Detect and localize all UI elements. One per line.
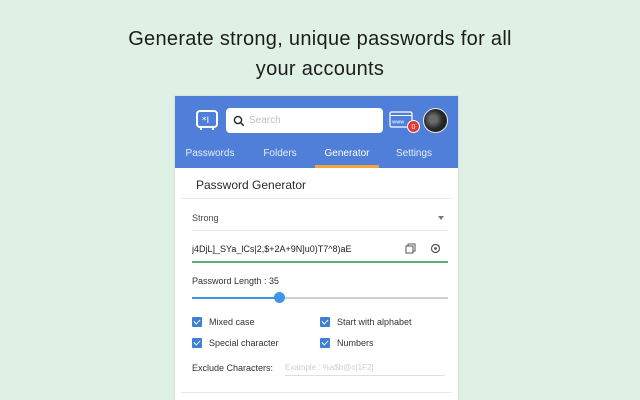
option-mixed-case[interactable]: Mixed case bbox=[192, 317, 255, 327]
slider-thumb[interactable] bbox=[274, 292, 286, 303]
vault-logo-icon[interactable]: *I bbox=[195, 108, 219, 132]
option-special-character[interactable]: Special character bbox=[192, 338, 279, 348]
checkbox-checked-icon[interactable] bbox=[320, 338, 330, 348]
avatar[interactable] bbox=[423, 108, 448, 133]
exclude-characters-input[interactable] bbox=[285, 360, 445, 376]
option-label: Numbers bbox=[337, 338, 374, 348]
search-input[interactable] bbox=[249, 115, 369, 126]
option-numbers[interactable]: Numbers bbox=[320, 338, 374, 348]
option-start-alphabet[interactable]: Start with alphabet bbox=[320, 317, 412, 327]
option-label: Special character bbox=[209, 338, 279, 348]
slider-fill bbox=[192, 297, 280, 299]
checkbox-checked-icon[interactable] bbox=[192, 317, 202, 327]
headline-line-2: your accounts bbox=[255, 58, 385, 80]
search-box[interactable] bbox=[226, 108, 383, 133]
exclude-label: Exclude Characters: bbox=[192, 363, 274, 373]
length-label: Password Length : 35 bbox=[192, 276, 280, 286]
search-icon bbox=[233, 115, 245, 126]
strength-select[interactable]: Strong bbox=[192, 209, 446, 227]
headline-line-1: Generate strong, unique passwords for al… bbox=[128, 28, 512, 50]
svg-text:www: www bbox=[392, 120, 404, 126]
notification-badge: 0 bbox=[407, 120, 420, 133]
divider bbox=[181, 392, 452, 393]
refresh-icon[interactable] bbox=[430, 243, 441, 254]
tab-bar: Passwords Folders Generator Settings bbox=[175, 144, 458, 168]
chevron-down-icon bbox=[438, 216, 444, 220]
divider bbox=[192, 230, 448, 231]
checkbox-checked-icon[interactable] bbox=[320, 317, 330, 327]
svg-text:*I: *I bbox=[202, 116, 209, 126]
tab-passwords[interactable]: Passwords bbox=[175, 144, 245, 168]
header-bar: *I www 0 Passwords Folders Generator Set… bbox=[175, 96, 458, 168]
promo-headline: Generate strong, unique passwords for al… bbox=[0, 24, 640, 84]
option-label: Mixed case bbox=[209, 317, 255, 327]
tab-generator[interactable]: Generator bbox=[315, 144, 379, 168]
page-title: Password Generator bbox=[196, 178, 307, 192]
tab-settings[interactable]: Settings bbox=[379, 144, 449, 168]
password-underline bbox=[192, 261, 448, 263]
length-slider[interactable] bbox=[192, 292, 448, 303]
option-label: Start with alphabet bbox=[337, 317, 412, 327]
extension-popup: *I www 0 Passwords Folders Generator Set… bbox=[175, 96, 458, 400]
generated-password[interactable]: j4DjL]_SYa_lCs|2,$+2A+9N]u0)T7^8)aE bbox=[192, 242, 406, 256]
strength-value: Strong bbox=[192, 213, 219, 223]
copy-icon[interactable] bbox=[405, 243, 416, 254]
tab-folders[interactable]: Folders bbox=[245, 144, 315, 168]
divider bbox=[181, 198, 452, 199]
checkbox-checked-icon[interactable] bbox=[192, 338, 202, 348]
